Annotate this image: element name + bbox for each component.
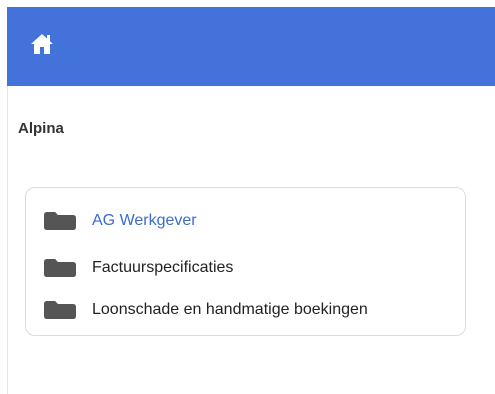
window-edge [0, 0, 5, 394]
folder-label[interactable]: Loonschade en handmatige boekingen [92, 301, 368, 319]
folder-label[interactable]: Factuurspecificaties [92, 259, 233, 277]
folder-icon [44, 259, 76, 277]
folder-item-loonschade[interactable]: Loonschade en handmatige boekingen [44, 298, 368, 322]
home-icon [31, 34, 53, 54]
folder-icon [44, 301, 76, 319]
page: Alpina AG Werkgever Factuurspecificaties… [0, 0, 495, 394]
sidebar-divider [7, 86, 8, 394]
company-title: Alpina [18, 120, 64, 137]
folder-item-ag-werkgever[interactable]: AG Werkgever [44, 209, 197, 233]
folder-list: AG Werkgever Factuurspecificaties Loonsc… [25, 187, 466, 336]
folder-label[interactable]: AG Werkgever [92, 212, 197, 230]
top-bar [7, 7, 495, 86]
home-button[interactable] [29, 31, 55, 57]
folder-icon [44, 212, 76, 230]
folder-item-factuurspecificaties[interactable]: Factuurspecificaties [44, 256, 233, 280]
